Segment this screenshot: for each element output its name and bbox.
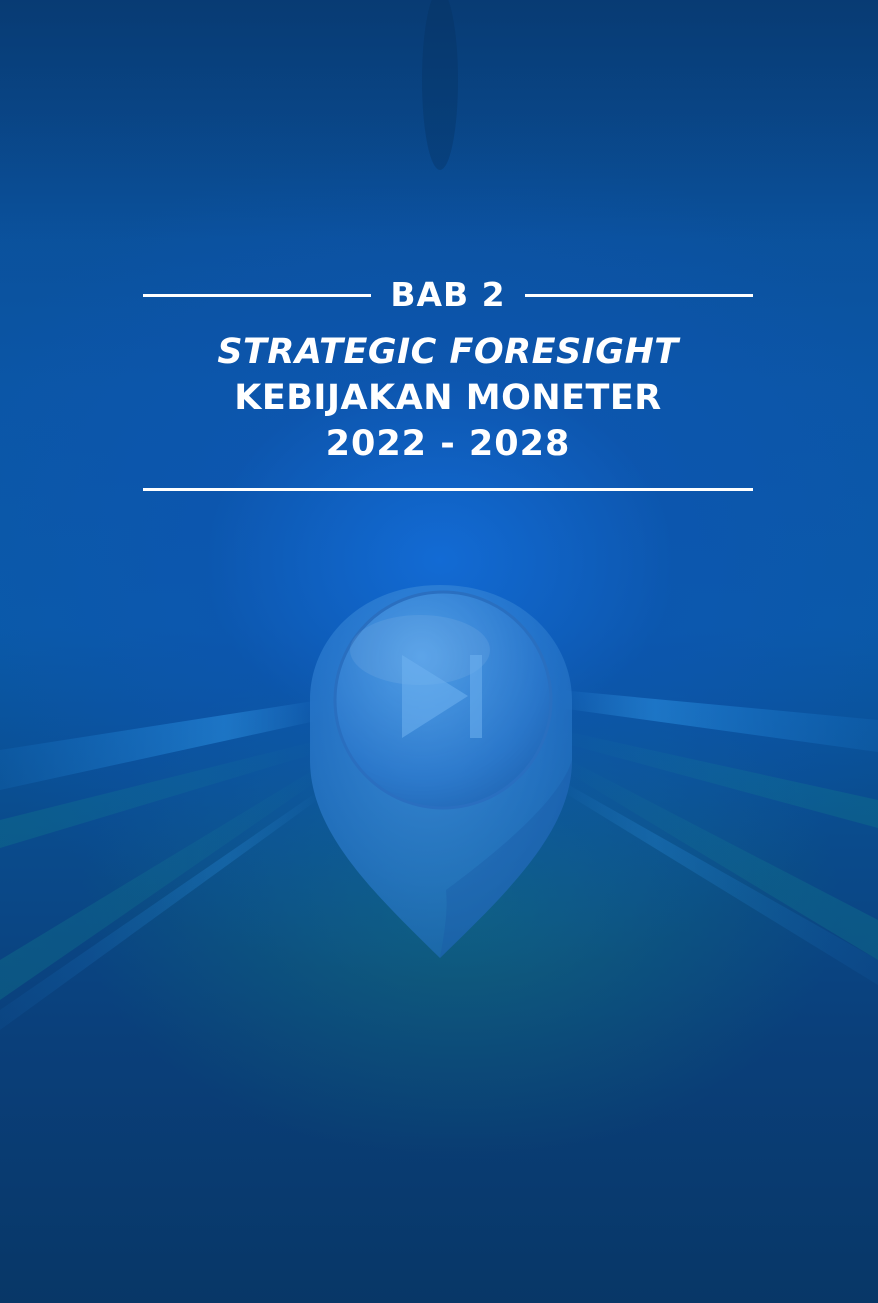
location-pin-skip-forward-icon [310, 585, 572, 958]
top-rule-right [525, 294, 753, 297]
bottom-rule [143, 488, 753, 491]
cover-page: BAB 2 STRATEGIC FORESIGHT KEBIJAKAN MONE… [0, 0, 878, 1303]
top-rule-left [143, 294, 371, 297]
title-italic: STRATEGIC FORESIGHT [217, 332, 679, 372]
chapter-label: BAB 2 [390, 275, 506, 314]
title-period: 2022 - 2028 [325, 424, 571, 464]
title-main: KEBIJAKAN MONETER [234, 378, 662, 418]
chapter-title-block: BAB 2 STRATEGIC FORESIGHT KEBIJAKAN MONE… [143, 270, 753, 495]
cover-background-art [0, 0, 878, 1030]
